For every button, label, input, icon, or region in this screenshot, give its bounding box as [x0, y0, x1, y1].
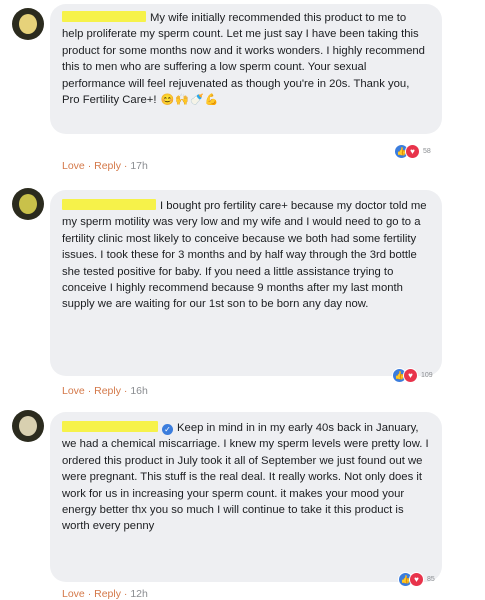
comment-actions: Love · Reply · 16h [62, 385, 148, 397]
timestamp[interactable]: 12h [130, 588, 148, 600]
comment-actions: Love · Reply · 12h [62, 588, 148, 600]
comment-actions: Love · Reply · 17h [62, 160, 148, 172]
redacted-commenter-name[interactable] [62, 11, 146, 22]
baby-bottle-emoji-icon: 🍼 [190, 94, 204, 107]
reactions[interactable]: 👍 ♥ 85 [398, 572, 435, 587]
love-reaction-icon: ♥ [403, 368, 418, 383]
love-reaction-icon: ♥ [409, 572, 424, 587]
reactions[interactable]: 👍 ♥ 109 [392, 368, 433, 383]
comment-bubble: I bought pro fertility care+ because my … [50, 190, 442, 376]
timestamp[interactable]: 16h [130, 385, 148, 397]
love-link[interactable]: Love [62, 160, 85, 172]
timestamp[interactable]: 17h [130, 160, 148, 172]
comment-text: I bought pro fertility care+ because my … [62, 200, 427, 311]
comment-bubble: ✓ Keep in mind in in my early 40s back in… [50, 412, 442, 582]
smile-emoji-icon: 😊 [160, 94, 175, 107]
avatar[interactable] [12, 188, 44, 220]
love-link[interactable]: Love [62, 588, 85, 600]
reply-link[interactable]: Reply [94, 160, 121, 172]
comment-bubble: My wife initially recommended this produ… [50, 4, 442, 134]
flexed-biceps-emoji-icon: 💪 [204, 94, 219, 107]
reply-link[interactable]: Reply [94, 588, 121, 600]
redacted-commenter-name[interactable] [62, 421, 158, 432]
avatar[interactable] [12, 410, 44, 442]
verified-badge-icon: ✓ [162, 424, 173, 435]
redacted-commenter-name[interactable] [62, 199, 156, 210]
love-link[interactable]: Love [62, 385, 85, 397]
comment-text: Keep in mind in in my early 40s back in … [62, 422, 429, 533]
raised-hands-emoji-icon: 🙌 [175, 94, 190, 107]
avatar[interactable] [12, 8, 44, 40]
reactions[interactable]: 👍 ♥ 58 [394, 144, 431, 159]
reply-link[interactable]: Reply [94, 385, 121, 397]
love-reaction-icon: ♥ [405, 144, 420, 159]
comment-text: My wife initially recommended this produ… [62, 12, 425, 107]
reaction-count: 58 [423, 148, 431, 155]
reaction-count: 85 [427, 576, 435, 583]
reaction-count: 109 [421, 372, 433, 379]
